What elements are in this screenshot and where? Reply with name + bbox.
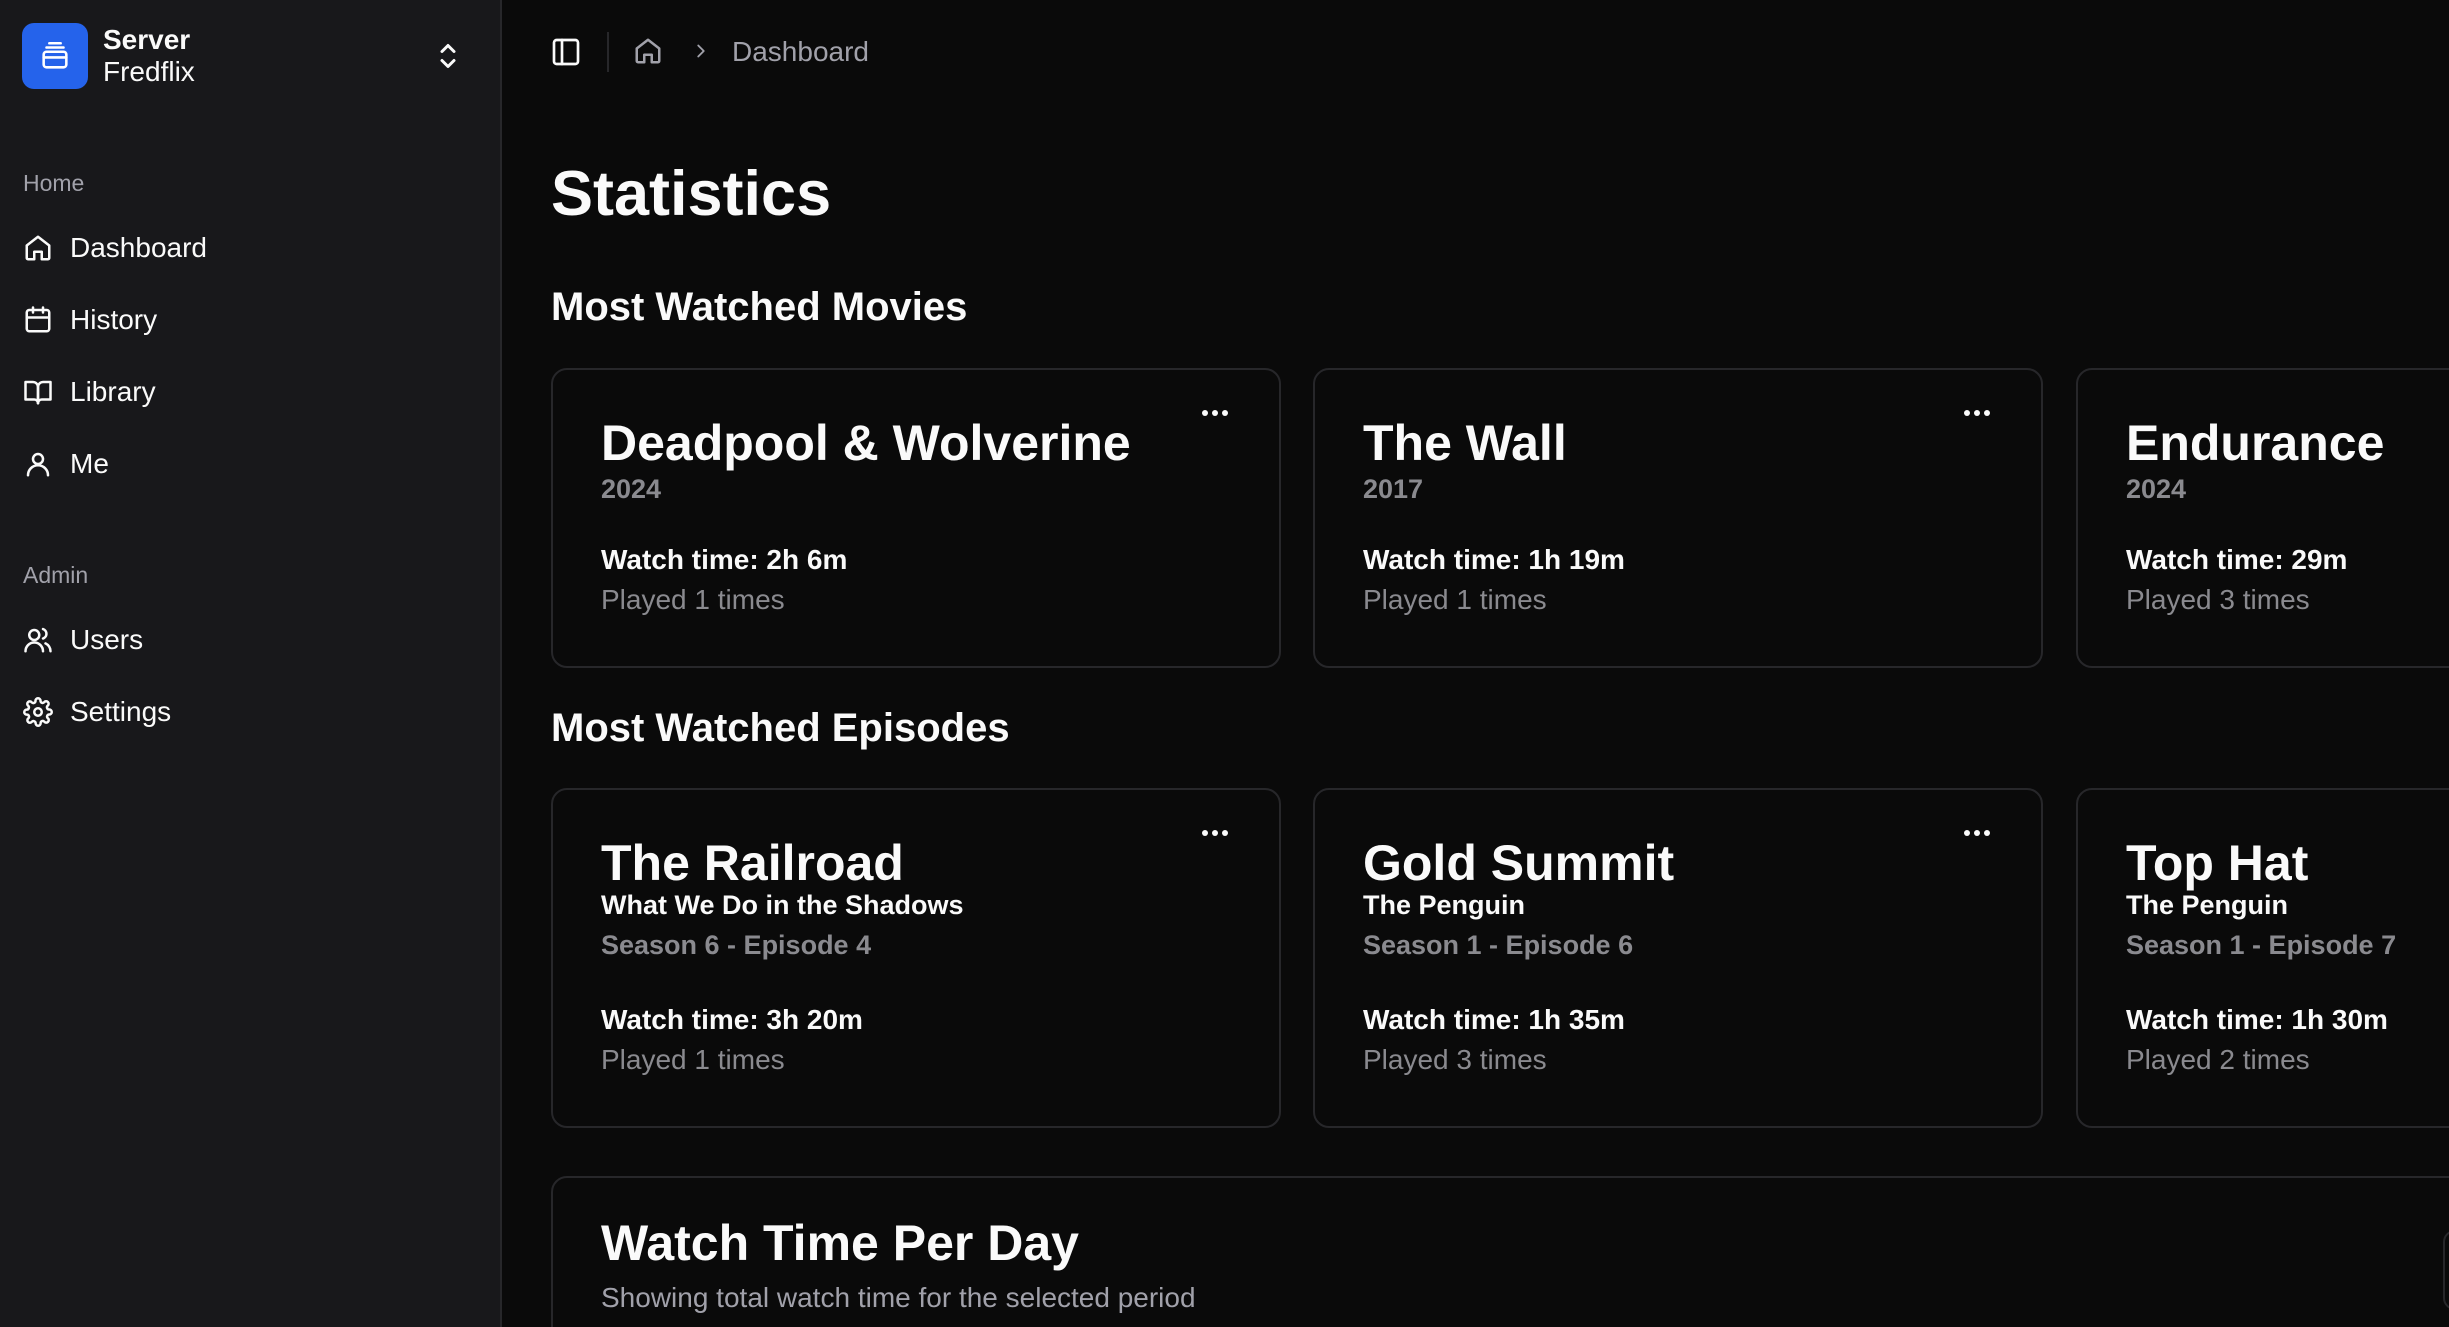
sidebar: Server Fredflix Home Dashboard History L… [0,0,502,1327]
section-title-episodes: Most Watched Episodes [551,706,1010,750]
play-count: Played 1 times [601,584,785,615]
sidebar-item-label: Me [70,448,109,479]
ellipsis-icon [1202,830,1228,836]
episode-number: Season 1 - Episode 6 [1363,930,1634,960]
movie-card: Endurance 2024 Watch time: 29m Played 3 … [2076,368,2449,668]
movie-card: The Wall 2017 Watch time: 1h 19m Played … [1313,368,2043,668]
breadcrumb-current: Dashboard [732,36,869,67]
show-name: What We Do in the Shadows [601,890,964,920]
watch-time-chart-card: Watch Time Per Day Showing total watch t… [551,1176,2449,1327]
watch-time: Watch time: 1h 19m [1363,544,1625,575]
watch-time: Watch time: 29m [2126,544,2348,575]
movie-year: 2024 [2126,474,2187,504]
section-title-movies: Most Watched Movies [551,285,968,329]
server-logo [22,23,88,89]
episode-number: Season 6 - Episode 4 [601,930,872,960]
chevron-right-icon [688,38,714,64]
episode-number: Season 1 - Episode 7 [2126,930,2397,960]
sidebar-item-settings[interactable]: Settings [10,682,480,742]
server-label: Server [103,24,191,55]
episode-card: Top Hat The Penguin Season 1 - Episode 7… [2076,788,2449,1128]
movie-title: Deadpool & Wolverine [601,415,1131,471]
play-count: Played 1 times [601,1044,785,1075]
more-options-button[interactable] [1957,818,1997,848]
gear-icon [22,696,54,728]
more-options-button[interactable] [1957,398,1997,428]
episode-title: The Railroad [601,835,904,891]
movie-year: 2017 [1363,474,1424,504]
sidebar-item-library[interactable]: Library [10,362,480,422]
sidebar-item-label: Users [70,624,144,655]
sidebar-item-dashboard[interactable]: Dashboard [10,218,480,278]
episode-card: Gold Summit The Penguin Season 1 - Episo… [1313,788,2043,1128]
page-title: Statistics [551,159,832,229]
movie-year: 2024 [601,474,662,504]
more-options-button[interactable] [1195,818,1235,848]
chart-description: Showing total watch time for the selecte… [601,1282,1196,1313]
movie-title: The Wall [1363,415,1567,471]
ellipsis-icon [1202,410,1228,416]
server-switcher[interactable]: Server Fredflix [22,22,478,90]
server-name: Fredflix [103,56,195,87]
sidebar-toggle-button[interactable] [546,32,586,72]
users-icon [22,624,54,656]
show-name: The Penguin [2126,890,2288,920]
movie-title: Endurance [2126,415,2385,471]
main-content: Dashboard Statistics Most Watched Movies… [502,0,2449,1327]
sidebar-item-label: Dashboard [70,232,207,263]
play-count: Played 2 times [2126,1044,2310,1075]
sidebar-item-label: History [70,304,158,335]
more-options-button[interactable] [1195,398,1235,428]
watch-time: Watch time: 1h 35m [1363,1004,1625,1035]
watch-time: Watch time: 1h 30m [2126,1004,2388,1035]
nav-group-admin: Admin [23,562,89,588]
nav-group-home: Home [23,170,85,196]
movie-card: Deadpool & Wolverine 2024 Watch time: 2h… [551,368,1281,668]
chart-title: Watch Time Per Day [601,1215,1079,1271]
sidebar-item-history[interactable]: History [10,290,480,350]
home-icon [635,38,661,64]
calendar-icon [22,304,54,336]
ellipsis-icon [1964,830,1990,836]
panel-left-icon [552,38,580,66]
watch-time: Watch time: 2h 6m [601,544,848,575]
breadcrumb-home-link[interactable] [630,33,666,69]
episode-title: Gold Summit [1363,835,1675,891]
topbar-divider [607,32,609,72]
play-count: Played 3 times [1363,1044,1547,1075]
home-icon [22,232,54,264]
sidebar-item-users[interactable]: Users [10,610,480,670]
play-count: Played 3 times [2126,584,2310,615]
play-count: Played 1 times [1363,584,1547,615]
period-select[interactable] [2443,1230,2449,1310]
ellipsis-icon [1964,410,1990,416]
show-name: The Penguin [1363,890,1525,920]
episode-card: The Railroad What We Do in the Shadows S… [551,788,1281,1128]
episode-title: Top Hat [2126,835,2309,891]
book-icon [22,376,54,408]
sidebar-item-me[interactable]: Me [10,434,480,494]
chevrons-up-down-icon [430,38,466,74]
watch-time: Watch time: 3h 20m [601,1004,863,1035]
sidebar-item-label: Library [70,376,156,407]
sidebar-item-label: Settings [70,696,172,727]
user-icon [22,448,54,480]
